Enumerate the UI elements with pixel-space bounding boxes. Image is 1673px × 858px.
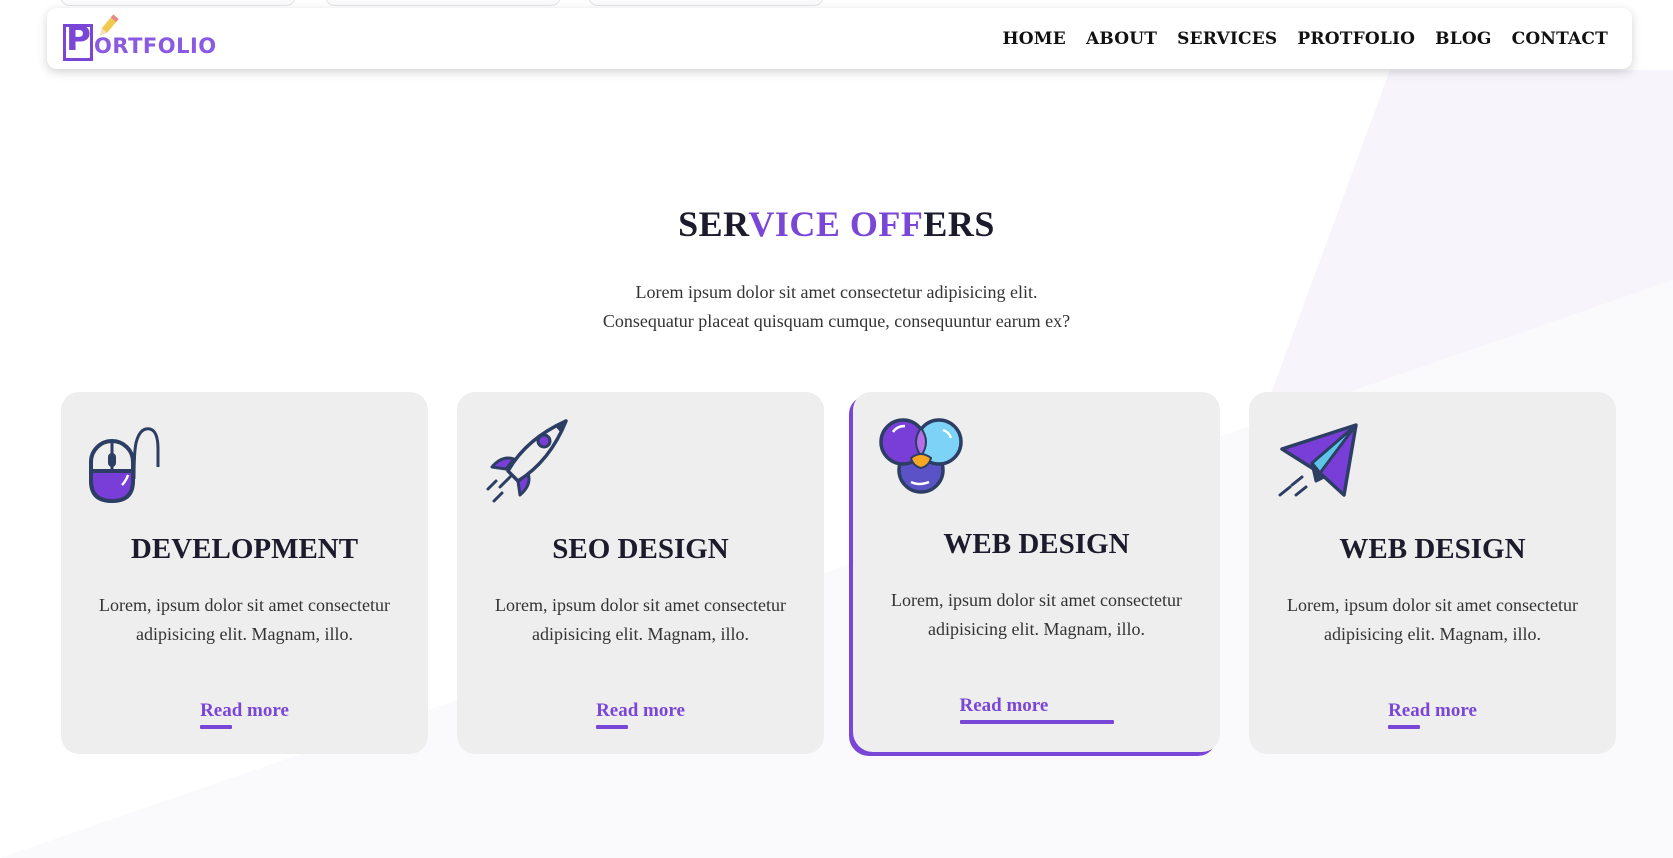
read-more-underline bbox=[200, 725, 233, 729]
mouse-icon bbox=[89, 427, 160, 503]
card-text: Lorem, ipsum dolor sit amet consectetur … bbox=[495, 595, 786, 644]
read-more-label: Read more bbox=[200, 700, 289, 721]
read-more-underline bbox=[596, 725, 629, 729]
rocket-icon bbox=[486, 419, 568, 503]
card-title: WEB DESIGN bbox=[1339, 533, 1526, 565]
card-text: Lorem, ipsum dolor sit amet consectetur … bbox=[891, 590, 1182, 639]
nav-about[interactable]: ABOUT bbox=[1086, 29, 1157, 49]
navbar: P ORTFOLIO HOME ABOUT SERVICES PROTFOLIO… bbox=[47, 8, 1632, 69]
title-highlight: VICE OFF bbox=[748, 204, 924, 244]
card-text: Lorem, ipsum dolor sit amet consectetur … bbox=[99, 595, 390, 644]
service-card: DEVELOPMENT Lorem, ipsum dolor sit amet … bbox=[61, 392, 428, 754]
nav-home[interactable]: HOME bbox=[1003, 29, 1066, 49]
title-part1: SER bbox=[678, 204, 749, 244]
card-title: DEVELOPMENT bbox=[130, 533, 359, 565]
logo-letter: P bbox=[66, 19, 91, 59]
nav-services[interactable]: SERVICES bbox=[1177, 29, 1277, 49]
read-more-underline bbox=[1388, 725, 1421, 729]
read-more-link[interactable]: Read more bbox=[853, 695, 1220, 724]
paper-plane-icon bbox=[1278, 423, 1358, 497]
service-card: SEO DESIGN Lorem, ipsum dolor sit amet c… bbox=[457, 392, 824, 754]
section-subtitle: Lorem ipsum dolor sit amet consectetur a… bbox=[0, 278, 1673, 336]
color-circles-icon bbox=[879, 418, 963, 494]
subtitle-line2: Consequatur placeat quisquam cumque, con… bbox=[602, 311, 1071, 331]
card-edge-peek bbox=[325, 0, 561, 6]
read-more-link[interactable]: Read more bbox=[61, 700, 428, 729]
read-more-label: Read more bbox=[596, 700, 685, 721]
logo[interactable]: P ORTFOLIO bbox=[63, 14, 233, 64]
read-more-label: Read more bbox=[1388, 700, 1477, 721]
nav-contact[interactable]: CONTACT bbox=[1512, 29, 1608, 49]
main-nav: HOME ABOUT SERVICES PROTFOLIO BLOG CONTA… bbox=[1003, 8, 1608, 69]
nav-portfolio[interactable]: PROTFOLIO bbox=[1297, 29, 1415, 49]
read-more-link[interactable]: Read more bbox=[457, 700, 824, 729]
card-edge-peek bbox=[588, 0, 824, 6]
card-text: Lorem, ipsum dolor sit amet consectetur … bbox=[1287, 595, 1578, 644]
card-title: SEO DESIGN bbox=[552, 533, 729, 565]
read-more-link[interactable]: Read more bbox=[1249, 700, 1616, 729]
read-more-label: Read more bbox=[959, 695, 1049, 716]
service-card: WEB DESIGN Lorem, ipsum dolor sit amet c… bbox=[1249, 392, 1616, 754]
title-part3: ERS bbox=[923, 204, 995, 244]
card-edge-peek bbox=[60, 0, 296, 6]
subtitle-line1: Lorem ipsum dolor sit amet consectetur a… bbox=[635, 282, 1038, 302]
read-more-underline bbox=[959, 720, 1114, 724]
card-title: WEB DESIGN bbox=[943, 528, 1130, 560]
service-card-active: WEB DESIGN Lorem, ipsum dolor sit amet c… bbox=[853, 392, 1220, 752]
nav-blog[interactable]: BLOG bbox=[1435, 29, 1491, 49]
pencil-icon bbox=[99, 14, 119, 36]
section-title: SERVICE OFFERS bbox=[0, 203, 1673, 245]
